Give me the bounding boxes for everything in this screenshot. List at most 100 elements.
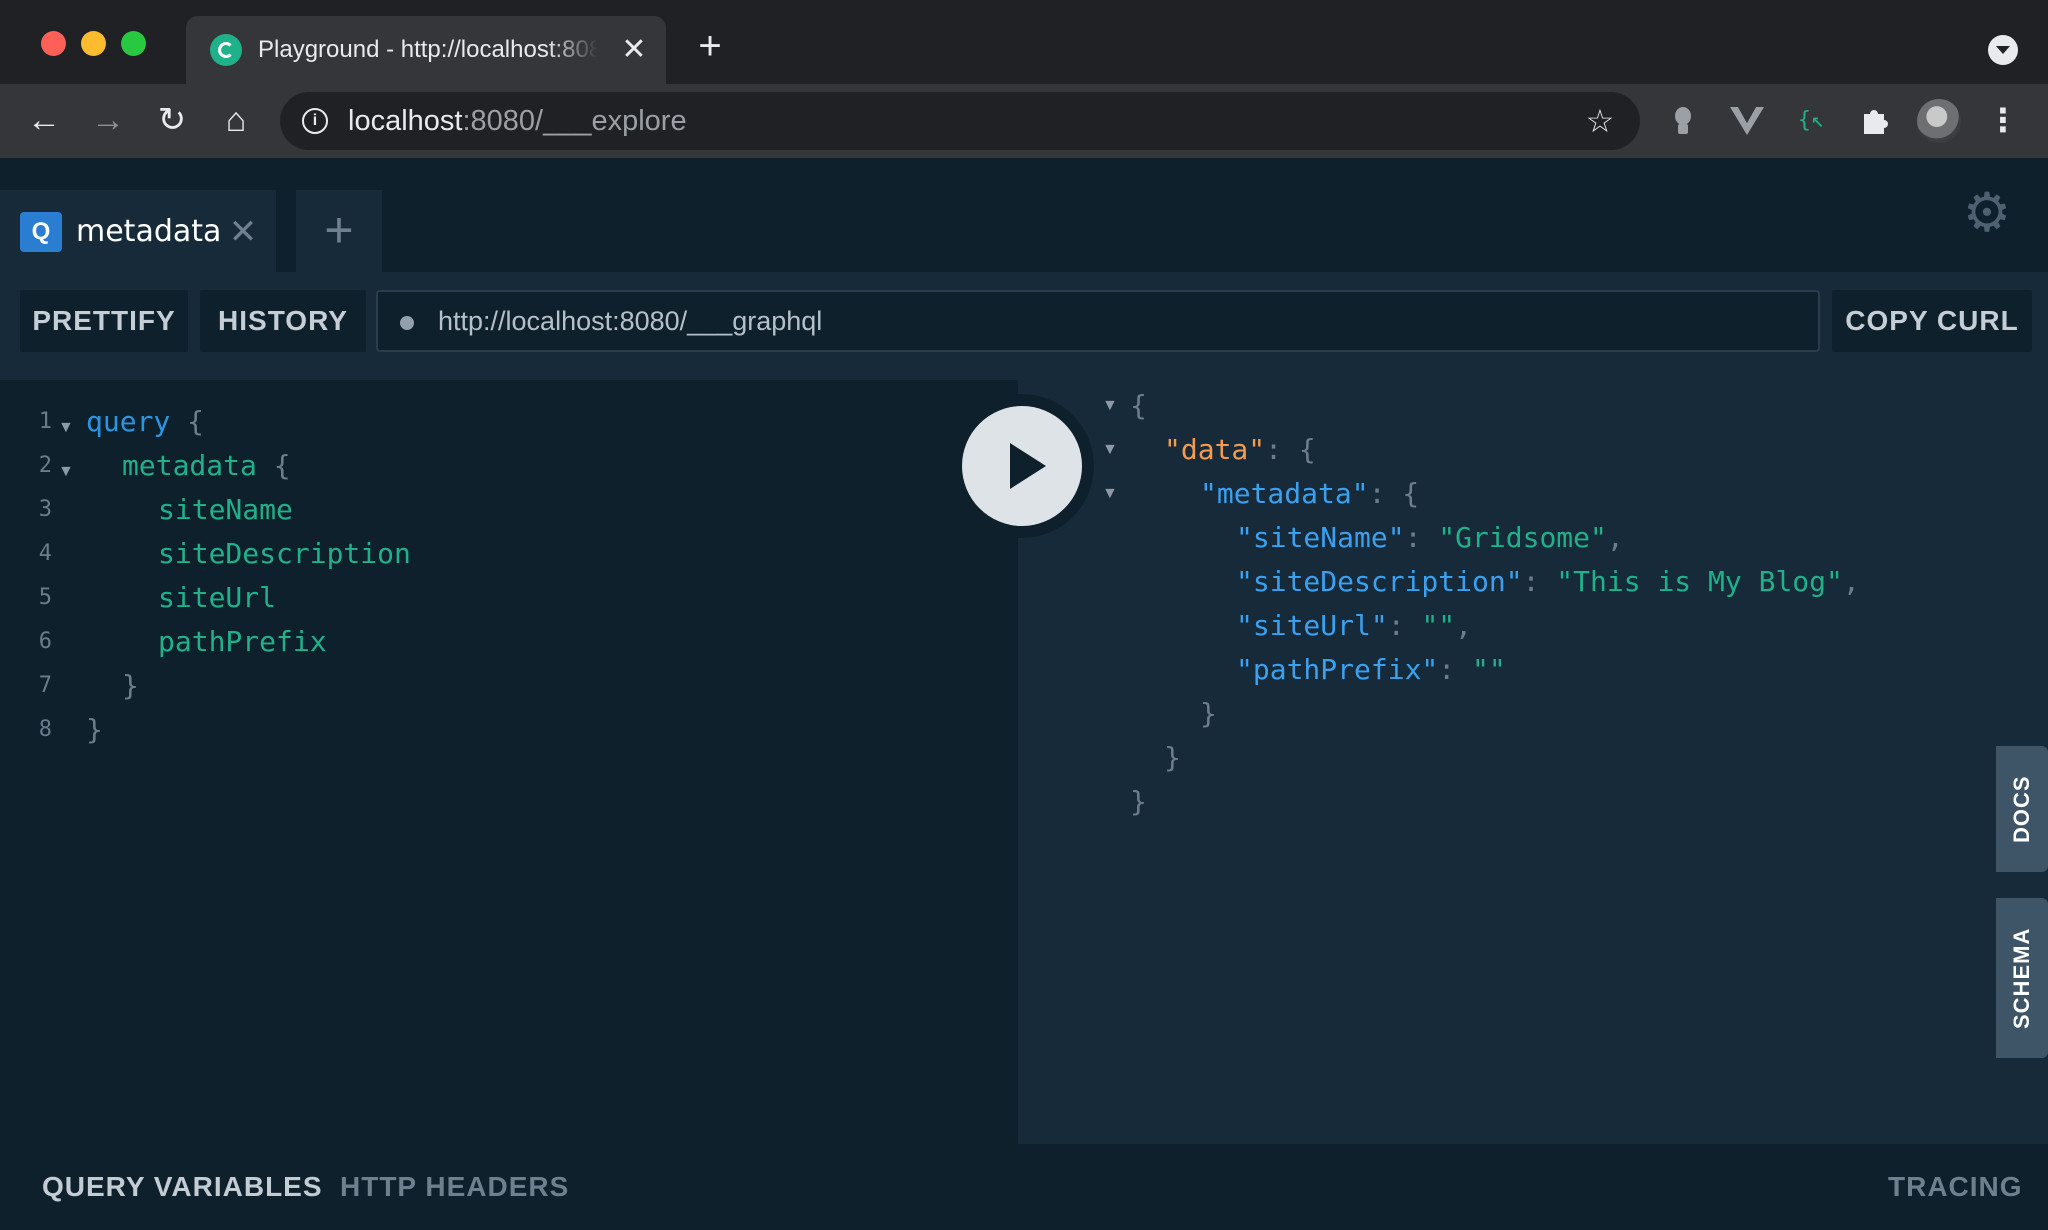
address-host: localhost [348, 105, 463, 137]
query-field: pathPrefix [158, 625, 327, 658]
schema-side-tab[interactable]: SCHEMA [1996, 898, 2048, 1058]
address-bar[interactable]: i localhost:8080/___explore ☆ [280, 92, 1640, 150]
address-url[interactable]: localhost:8080/___explore [348, 104, 687, 138]
fold-arrow-icon[interactable]: ▼ [1102, 428, 1118, 472]
docs-side-tab[interactable]: DOCS [1996, 746, 2048, 872]
bookmark-star-icon[interactable]: ☆ [1582, 102, 1618, 140]
graphql-playground: Q metadata ✕ + ⚙ PRETTIFY HISTORY http:/… [0, 158, 2048, 1230]
tracing-tab[interactable]: TRACING [1888, 1166, 2023, 1208]
line-number: 3 [38, 497, 52, 522]
query-editor[interactable]: 1 ▼ query { 2 ▼ metadata { 3 siteName 4 … [0, 380, 1018, 1144]
profile-avatar[interactable] [1917, 99, 1961, 143]
fold-arrow-icon[interactable]: ▼ [58, 450, 74, 494]
json-key: "metadata" [1200, 477, 1369, 510]
json-key: "siteName" [1236, 521, 1405, 554]
play-icon [962, 406, 1082, 526]
close-icon[interactable]: ✕ [226, 210, 260, 254]
bottom-panel-bar: QUERY VARIABLES HTTP HEADERS TRACING [0, 1144, 2048, 1230]
copy-curl-button[interactable]: COPY CURL [1832, 290, 2032, 352]
settings-gear-icon[interactable]: ⚙ [1962, 186, 2012, 240]
line-number: 6 [38, 629, 52, 654]
line-number: 2 [38, 453, 52, 478]
browser-tab-title: Playground - http://localhost:8080/___ex… [258, 36, 598, 63]
tab-search-icon[interactable] [1988, 35, 2018, 65]
window-maximize-button[interactable] [121, 31, 146, 56]
tab-metadata[interactable]: Q metadata ✕ [0, 190, 276, 272]
playground-toolbar: PRETTIFY HISTORY http://localhost:8080/_… [0, 272, 2048, 360]
browser-chrome: Playground - http://localhost:8080/___ex… [0, 0, 2048, 158]
close-brace: } [122, 669, 139, 702]
fold-arrow-icon[interactable]: ▼ [1102, 384, 1118, 428]
open-brace: { [1130, 389, 1147, 422]
close-brace: } [1164, 741, 1181, 774]
fold-arrow-icon[interactable]: ▼ [1102, 472, 1118, 516]
fold-arrow-icon[interactable]: ▼ [58, 406, 74, 450]
json-value: "This is My Blog" [1556, 565, 1843, 598]
extension-cursor-icon[interactable]: {↖ [1792, 102, 1830, 140]
result-line: "pathPrefix": "" [1236, 648, 1506, 692]
prettify-button[interactable]: PRETTIFY [20, 290, 188, 352]
result-line: "siteDescription": "This is My Blog", [1236, 560, 1860, 604]
results-pane: ▼ { ▼ "data": { ▼ "metadata": { "siteNam… [1018, 380, 2048, 1144]
colon: : [1438, 653, 1456, 686]
endpoint-input[interactable]: http://localhost:8080/___graphql [376, 290, 1820, 352]
comma: , [1606, 521, 1624, 554]
close-brace: } [1200, 697, 1217, 730]
code-line: metadata { [122, 444, 291, 488]
json-key: "siteDescription" [1236, 565, 1523, 598]
query-keyword: query [86, 405, 171, 438]
extension-bulb-icon[interactable] [1664, 102, 1702, 140]
forward-arrow-icon[interactable]: → [86, 98, 130, 142]
tab-close-icon[interactable]: ✕ [618, 32, 650, 68]
result-line: "siteUrl": "", [1236, 604, 1472, 648]
window-minimize-button[interactable] [81, 31, 106, 56]
query-field: siteUrl [158, 581, 277, 614]
query-field: siteDescription [158, 537, 411, 570]
back-arrow-icon[interactable]: ← [22, 98, 66, 142]
reload-icon[interactable]: ↻ [150, 98, 194, 142]
colon: : [1522, 565, 1540, 598]
code-line: query { [86, 400, 204, 444]
home-icon[interactable]: ⌂ [214, 98, 258, 142]
close-brace: } [1130, 785, 1147, 818]
line-number: 4 [38, 541, 52, 566]
query-field: siteName [158, 493, 293, 526]
history-button[interactable]: HISTORY [200, 290, 366, 352]
site-info-icon[interactable]: i [302, 108, 328, 134]
line-number: 5 [38, 585, 52, 610]
query-variables-tab[interactable]: QUERY VARIABLES [42, 1166, 323, 1208]
comma: , [1842, 565, 1860, 598]
http-headers-tab[interactable]: HTTP HEADERS [340, 1166, 569, 1208]
open-brace: { [1298, 433, 1316, 466]
endpoint-status-dot [400, 316, 414, 330]
playground-tab-bar: Q metadata ✕ + ⚙ [0, 158, 2048, 272]
tab-label: metadata [76, 214, 222, 249]
line-number: 7 [38, 673, 52, 698]
tab-strip: Playground - http://localhost:8080/___ex… [0, 0, 2048, 84]
add-tab-button[interactable]: + [296, 190, 382, 272]
vue-devtools-icon[interactable] [1728, 102, 1766, 140]
comma: , [1455, 609, 1473, 642]
window-close-button[interactable] [41, 31, 66, 56]
gridsome-favicon-icon [210, 34, 242, 66]
json-key: "pathPrefix" [1236, 653, 1439, 686]
colon: : [1368, 477, 1386, 510]
run-query-button[interactable] [950, 394, 1094, 538]
colon: : [1404, 521, 1422, 554]
json-value: "Gridsome" [1438, 521, 1607, 554]
new-tab-button[interactable]: + [690, 26, 730, 68]
browser-tab[interactable]: Playground - http://localhost:8080/___ex… [186, 16, 666, 84]
colon: : [1387, 609, 1405, 642]
open-brace: { [273, 449, 291, 482]
extensions-puzzle-icon[interactable] [1856, 102, 1894, 140]
result-line: "metadata": { [1200, 472, 1419, 516]
json-value: "" [1472, 653, 1506, 686]
colon: : [1265, 433, 1283, 466]
json-value: "" [1421, 609, 1456, 642]
line-number: 1 [38, 409, 52, 434]
close-brace: } [86, 713, 103, 746]
browser-menu-icon[interactable]: ⋮ [1986, 98, 2020, 142]
line-number: 8 [38, 717, 52, 742]
open-brace: { [1402, 477, 1420, 510]
browser-toolbar: ← → ↻ ⌂ i localhost:8080/___explore ☆ {↖… [0, 84, 2048, 158]
